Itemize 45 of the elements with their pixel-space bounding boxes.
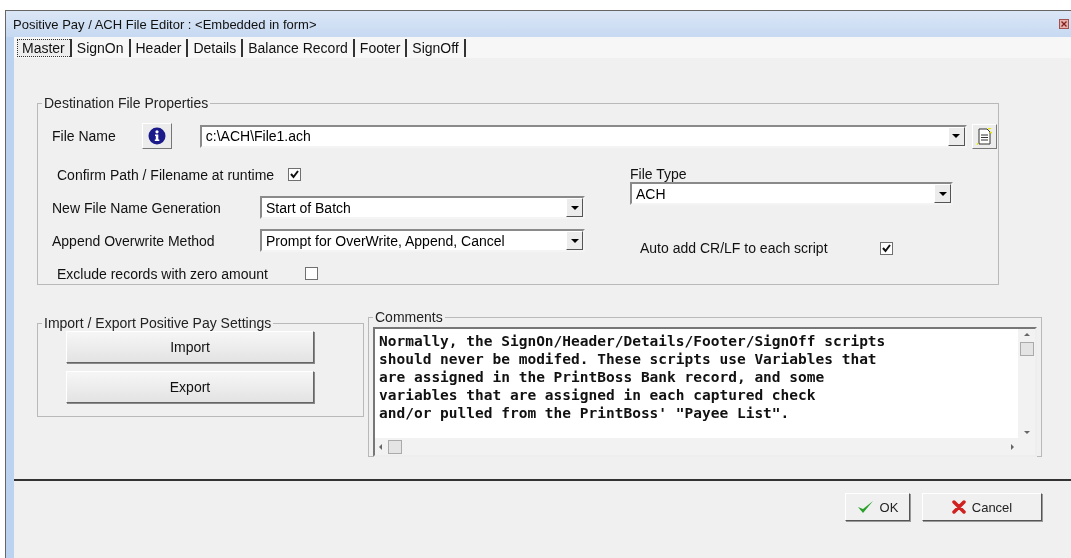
dropdown-field[interactable]: ACH xyxy=(630,182,953,205)
field-label: New File Name Generation xyxy=(52,199,222,216)
dropdown-field[interactable]: Start of Batch xyxy=(260,196,585,219)
checkbox[interactable] xyxy=(288,168,302,181)
tab[interactable]: Header xyxy=(130,38,189,57)
caret-icon xyxy=(952,134,961,138)
checkbox-label: Confirm Path / Filename at runtime xyxy=(57,166,275,183)
dialog-button[interactable]: OK xyxy=(845,493,910,521)
dropdown-field[interactable]: c:\ACH\File1.ach xyxy=(199,124,967,148)
checkbox-label: Exclude records with zero amount xyxy=(57,265,268,282)
dropdown-button[interactable] xyxy=(947,126,965,146)
group-title: Import / Export Positive Pay Settings xyxy=(43,315,273,331)
group-title: Destination File Properties xyxy=(43,95,210,111)
tab[interactable]: Footer xyxy=(354,38,408,57)
dropdown-button[interactable] xyxy=(934,184,951,203)
tab[interactable]: SignOn xyxy=(71,38,131,57)
checkbox[interactable] xyxy=(304,267,318,280)
push-button[interactable]: Import xyxy=(66,331,314,363)
push-button[interactable]: Export xyxy=(66,371,314,403)
window-title: Positive Pay / ACH File Editor : <Embedded in form> xyxy=(13,16,318,32)
browse-button[interactable] xyxy=(971,123,997,149)
tab[interactable]: Master xyxy=(17,38,72,57)
tab[interactable]: Details xyxy=(188,38,244,57)
document-icon xyxy=(976,127,992,145)
field-label: File Name xyxy=(52,128,116,144)
comments-text: Normally, the SignOn/Header/Details/Footer/SignOff scripts should never be modifed. These scripts use Variables that are assigned in the PrintBoss Bank record, and some variables that are assigned in each captured check and/or pulled from the PrintBoss' "Payee List". xyxy=(375,329,1018,438)
dropdown-field[interactable]: Prompt for OverWrite, Append, Cancel xyxy=(260,229,585,252)
field-label: Append Overwrite Method xyxy=(52,232,216,249)
close-icon[interactable] xyxy=(1059,19,1069,29)
dropdown-button[interactable] xyxy=(566,231,583,250)
checkbox-label: Auto add CR/LF to each script xyxy=(640,240,828,256)
dialog-button[interactable]: Cancel xyxy=(922,493,1042,521)
info-button[interactable] xyxy=(141,123,172,149)
checkbox[interactable] xyxy=(879,241,893,255)
group-title: Comments xyxy=(374,309,444,325)
cross-icon xyxy=(951,500,966,514)
info-icon xyxy=(147,127,166,145)
caret-icon xyxy=(570,238,579,243)
tab[interactable]: SignOff xyxy=(407,38,466,57)
dropdown-button[interactable] xyxy=(566,198,583,217)
caret-icon xyxy=(570,205,579,210)
caret-icon xyxy=(938,191,947,196)
checkmark-icon xyxy=(856,500,874,514)
field-label: File Type xyxy=(630,166,688,182)
tab[interactable]: Balance Record xyxy=(243,38,355,57)
